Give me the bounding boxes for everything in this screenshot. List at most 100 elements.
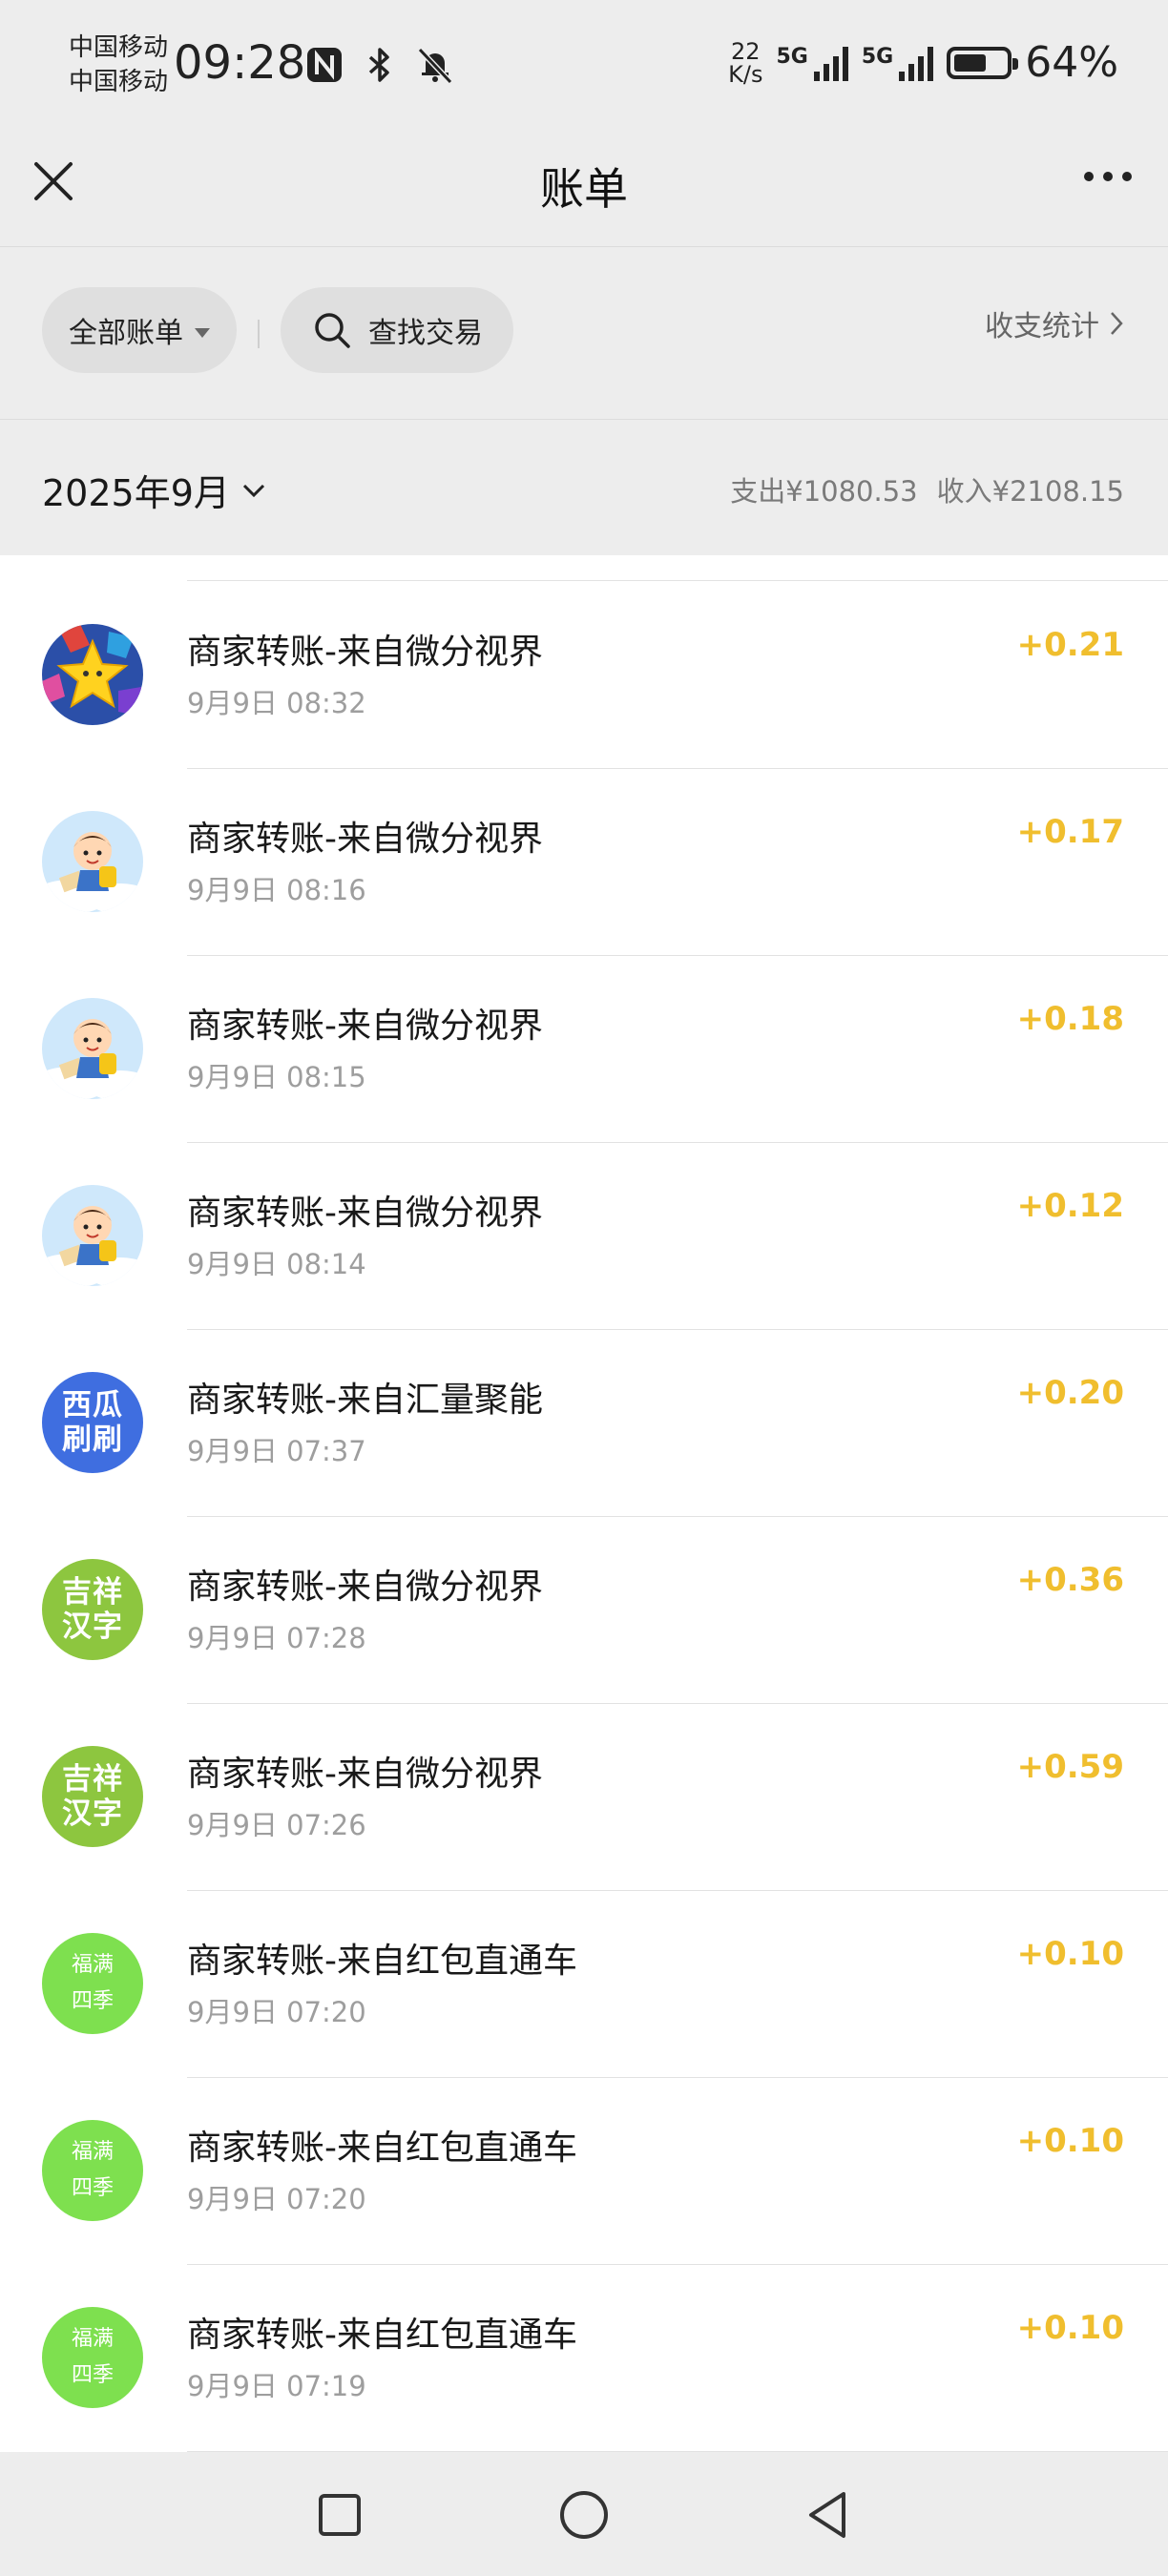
income-total: 收入¥2108.15 [936,475,1124,508]
transaction-row[interactable]: 福满四季 商家转账-来自红包直通车 9月9日 07:20 +0.10 [0,2078,1168,2265]
signal-sim2: 5G [862,45,934,81]
avatar-text-line-1: 吉祥 [62,1762,123,1797]
transaction-amount: +0.18 [1016,1000,1124,1038]
avatar-text-line-2: 汉字 [62,1797,123,1831]
transaction-amount: +0.10 [1016,2122,1124,2160]
avatar-text-line-2: 四季 [71,2176,114,2200]
transaction-amount: +0.36 [1016,1561,1124,1599]
battery-icon [947,46,1019,79]
avatar-text-line-1: 福满 [71,1953,114,1977]
avatar-text-line-2: 四季 [71,1989,114,2013]
all-bills-dropdown[interactable]: 全部账单 [42,287,237,373]
stats-link[interactable]: 收支统计 [985,302,1124,344]
transaction-row[interactable]: 西瓜 刷刷 商家转账-来自汇量聚能 9月9日 07:37 +0.20 [0,1330,1168,1517]
transaction-amount: +0.17 [1016,813,1124,851]
transaction-row[interactable]: 吉祥 汉字 商家转账-来自微分视界 9月9日 07:28 +0.36 [0,1517,1168,1704]
transaction-amount: +0.10 [1016,1935,1124,1973]
avatar-text-line-1: 福满 [71,2327,114,2351]
transaction-row[interactable]: 商家转账-来自微分视界 9月9日 08:14 +0.12 [0,1143,1168,1330]
transaction-row[interactable]: 商家转账-来自微分视界 9月9日 08:15 +0.18 [0,956,1168,1143]
transaction-title: 商家转账-来自微分视界 [187,1194,543,1233]
transaction-title: 商家转账-来自红包直通车 [187,2316,577,2355]
battery-percent: 64% [1025,38,1118,87]
transaction-time: 9月9日 07:20 [187,2183,366,2215]
transaction-row[interactable]: 商家转账-来自微分视界 9月9日 08:16 +0.17 [0,769,1168,956]
transaction-amount: +0.21 [1016,626,1124,664]
merchant-avatar [42,624,143,725]
avatar-text-line-1: 西瓜 [62,1388,123,1423]
transaction-time: 9月9日 07:19 [187,2370,366,2402]
page-title: 账单 [540,163,628,215]
search-icon [315,313,350,348]
avatar-text-line-2: 汉字 [62,1610,123,1644]
recent-apps-icon[interactable] [311,2486,368,2544]
back-icon[interactable] [800,2486,857,2544]
month-selector[interactable]: 2025年9月 [42,464,266,516]
transaction-title: 商家转账-来自微分视界 [187,633,543,672]
transaction-title: 商家转账-来自微分视界 [187,1007,543,1046]
month-header: 2025年9月 支出¥1080.53 收入¥2108.15 [0,420,1168,555]
merchant-avatar: 福满 四季 [42,2307,143,2408]
search-transactions-button[interactable]: 查找交易 [281,287,513,373]
transaction-row[interactable]: 吉祥 汉字 商家转账-来自微分视界 9月9日 07:26 +0.59 [0,1704,1168,1891]
transaction-amount: +0.20 [1016,1374,1124,1412]
avatar-text-line-1: 吉祥 [62,1575,123,1610]
chevron-right-icon [1111,312,1123,335]
transaction-title: 商家转账-来自微分视界 [187,1568,543,1607]
month-totals: 支出¥1080.53 收入¥2108.15 [730,469,1124,509]
more-icon[interactable] [1084,172,1132,181]
expense-total: 支出¥1080.53 [730,475,918,508]
home-icon[interactable] [555,2486,613,2544]
transaction-time: 9月9日 07:28 [187,1622,366,1654]
nav-bar: 账单 [0,134,1168,247]
merchant-avatar: 吉祥 汉字 [42,1559,143,1660]
transaction-title: 商家转账-来自微分视界 [187,820,543,859]
status-icons [303,44,456,86]
month-label: 2025年9月 [42,472,230,514]
carrier-labels: 中国移动 中国移动 [69,31,168,99]
transaction-time: 9月9日 08:32 [187,687,366,719]
transaction-title: 商家转账-来自红包直通车 [187,2129,577,2168]
avatar-text-line-2: 四季 [71,2363,114,2387]
transaction-amount: +0.10 [1016,2309,1124,2347]
transaction-time: 9月9日 07:37 [187,1435,366,1467]
merchant-avatar: 福满 四季 [42,1933,143,2034]
merchant-avatar [42,998,143,1099]
carrier-2: 中国移动 [69,68,169,96]
transaction-time: 9月9日 08:16 [187,874,366,906]
transaction-title: 商家转账-来自微分视界 [187,1755,543,1794]
bluetooth-icon [368,48,389,82]
merchant-avatar [42,811,143,912]
bell-muted-icon [417,47,453,85]
merchant-avatar: 福满 四季 [42,2120,143,2221]
net-speed: 22 K/s [728,37,763,88]
divider [258,320,260,348]
all-bills-label: 全部账单 [69,317,183,350]
transaction-time: 9月9日 08:15 [187,1061,366,1093]
status-bar: 中国移动 中国移动 09:28 22 K/s 5G 5G 64% [0,0,1168,134]
nfc-icon [307,48,342,82]
stats-label: 收支统计 [985,310,1099,343]
transaction-time: 9月9日 08:14 [187,1248,366,1280]
signal-sim1: 5G [776,45,848,81]
merchant-avatar: 西瓜 刷刷 [42,1372,143,1473]
transaction-time: 9月9日 07:26 [187,1809,366,1841]
status-right: 22 K/s 5G 5G 64% [728,38,1118,87]
caret-down-icon [195,328,210,338]
merchant-avatar [42,1185,143,1286]
carrier-1: 中国移动 [69,33,169,62]
transaction-list: 商家转账-来自微分视界 9月9日 08:32 +0.21 商家转账-来自微分视界 9月… [0,555,1168,2463]
transaction-amount: +0.59 [1016,1748,1124,1786]
chevron-down-icon [242,484,264,497]
transaction-row[interactable]: 商家转账-来自微分视界 9月9日 08:32 +0.21 [0,582,1168,769]
transaction-row[interactable]: 福满四季 商家转账-来自红包直通车 9月9日 07:19 +0.10 [0,2265,1168,2452]
avatar-text-line-1: 福满 [71,2140,114,2164]
filter-bar: 全部账单 查找交易 收支统计 [0,247,1168,420]
system-nav-bar [0,2452,1168,2576]
transaction-title: 商家转账-来自汇量聚能 [187,1381,543,1420]
transaction-title: 商家转账-来自红包直通车 [187,1942,577,1981]
merchant-avatar: 吉祥 汉字 [42,1746,143,1847]
avatar-text-line-2: 刷刷 [62,1423,123,1457]
transaction-row[interactable]: 福满 四季 商家转账-来自红包直通车 9月9日 07:20 +0.10 [0,1891,1168,2078]
status-time: 09:28 [174,36,306,90]
